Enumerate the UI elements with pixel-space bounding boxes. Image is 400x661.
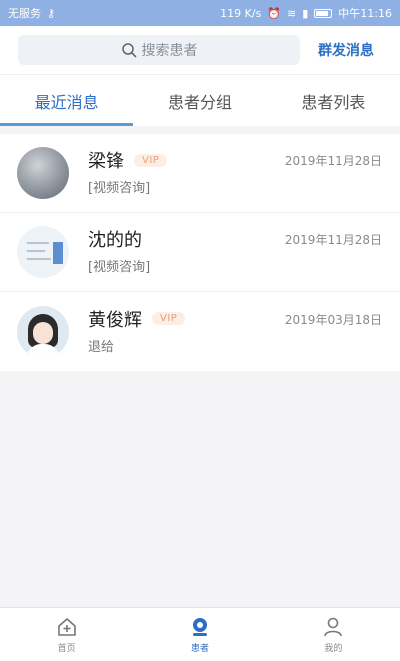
nav-patients[interactable]: 患者 (133, 608, 266, 661)
tab-bar: 最近消息 患者分组 患者列表 (0, 74, 400, 126)
list-item-body: 梁锋 VIP [视频咨询] 2019年11月28日 (88, 147, 400, 199)
list-item[interactable]: 黄俊辉 VIP 退给 2019年03月18日 (0, 292, 400, 371)
search-input[interactable]: 搜索患者 (18, 35, 300, 65)
list-item-body: 黄俊辉 VIP 退给 2019年03月18日 (88, 306, 400, 358)
status-left: 无服务 ⚷ (8, 5, 55, 21)
alarm-icon: ⏰ (267, 6, 282, 20)
list-item[interactable]: 梁锋 VIP [视频咨询] 2019年11月28日 (0, 134, 400, 213)
clock-text: 中午11:16 (338, 7, 392, 20)
network-speed: 119 K/s (220, 6, 262, 20)
vip-badge: VIP (152, 312, 186, 325)
avatar (17, 305, 69, 358)
tab-recent-messages[interactable]: 最近消息 (0, 75, 134, 126)
message-date: 2019年11月28日 (284, 233, 382, 247)
app-root: 无服务 ⚷ 119 K/s ⏰ ≋ ▮ 中午11:16 搜索患者 群发消息 最近… (0, 0, 400, 661)
patient-icon (192, 617, 207, 636)
wifi-icon: ≋ (287, 6, 297, 20)
battery-icon (314, 8, 333, 18)
message-preview: [视频咨询] (88, 181, 151, 196)
avatar-detail (27, 242, 49, 244)
vip-badge: VIP (134, 153, 168, 167)
message-list: 梁锋 VIP [视频咨询] 2019年11月28日 沈的的 [视频咨询] 201… (0, 134, 400, 371)
nav-mine-label: 我的 (324, 643, 343, 654)
avatar-detail (33, 321, 53, 344)
status-bar: 无服务 ⚷ 119 K/s ⏰ ≋ ▮ 中午11:16 (0, 0, 400, 26)
avatar-detail (27, 250, 45, 252)
nav-home-label: 首页 (57, 643, 76, 654)
patient-name: 梁锋 (88, 151, 124, 172)
patient-name: 沈的的 (88, 230, 142, 251)
person-icon (324, 617, 343, 636)
signal-icon: ▮ (302, 6, 309, 20)
broadcast-message-button[interactable]: 群发消息 (318, 40, 374, 60)
message-preview: 退给 (88, 339, 115, 355)
message-preview: [视频咨询] (88, 260, 151, 275)
nav-mine[interactable]: 我的 (267, 608, 400, 661)
home-plus-icon (57, 617, 76, 636)
tab-patient-groups[interactable]: 患者分组 (133, 75, 266, 126)
header: 搜索患者 群发消息 (0, 26, 400, 74)
carrier-text: 无服务 (8, 7, 41, 20)
avatar (17, 147, 69, 199)
avatar (17, 226, 69, 278)
status-right: 119 K/s ⏰ ≋ ▮ 中午11:16 (220, 5, 392, 21)
search-placeholder: 搜索患者 (141, 43, 198, 59)
nav-patients-label: 患者 (190, 643, 209, 654)
avatar-detail (27, 258, 51, 260)
patient-name: 黄俊辉 (88, 309, 142, 331)
list-item[interactable]: 沈的的 [视频咨询] 2019年11月28日 (0, 213, 400, 292)
nav-home[interactable]: 首页 (0, 608, 133, 661)
key-icon: ⚷ (47, 6, 56, 20)
search-icon (121, 43, 136, 58)
avatar-detail (53, 242, 63, 264)
tab-patient-list[interactable]: 患者列表 (267, 75, 400, 126)
message-date: 2019年03月18日 (284, 312, 382, 327)
bottom-nav: 首页 患者 我的 (0, 607, 400, 661)
list-item-body: 沈的的 [视频咨询] 2019年11月28日 (88, 226, 400, 278)
message-date: 2019年11月28日 (284, 154, 382, 168)
